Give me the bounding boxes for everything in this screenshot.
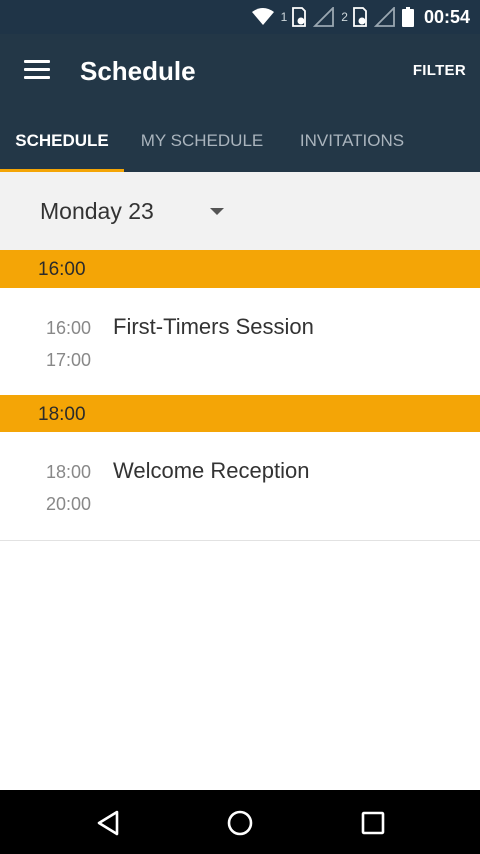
sim2-number: 2: [341, 10, 348, 24]
tab-schedule[interactable]: SCHEDULE: [0, 110, 124, 172]
time-group-header: 16:00: [0, 250, 480, 288]
session-title: First-Timers Session: [113, 314, 314, 339]
sim1-icon: [292, 7, 307, 27]
session-item[interactable]: 18:00 20:00 Welcome Reception: [0, 432, 480, 540]
page-title: Schedule: [80, 56, 196, 86]
dropdown-arrow-icon: [210, 208, 224, 215]
tab-bar: SCHEDULE MY SCHEDULE INVITATIONS: [0, 110, 480, 172]
tab-my-schedule[interactable]: MY SCHEDULE: [124, 110, 280, 172]
sim2-icon: [353, 7, 367, 27]
back-icon[interactable]: [93, 808, 123, 838]
home-icon[interactable]: [225, 808, 255, 838]
recents-icon[interactable]: [358, 808, 388, 838]
tab-invitations[interactable]: INVITATIONS: [280, 110, 424, 172]
session-start-time: 16:00: [46, 318, 92, 338]
wifi-icon: [251, 8, 274, 25]
hamburger-menu-icon[interactable]: [24, 60, 50, 82]
session-end-time: 17:00: [46, 350, 92, 370]
day-dropdown-value: Monday 23: [40, 198, 154, 224]
day-bar: Monday 23: [0, 172, 480, 250]
time-group-label: 16:00: [38, 259, 86, 280]
time-group-label: 18:00: [38, 404, 86, 425]
session-end-time: 20:00: [46, 494, 92, 514]
session-start-time: 18:00: [46, 462, 92, 482]
battery-icon: [401, 7, 414, 27]
signal2-icon: [373, 7, 395, 27]
day-dropdown[interactable]: Monday 23: [40, 194, 240, 230]
system-nav-bar: [0, 790, 480, 854]
app-bar: Schedule FILTER: [0, 34, 480, 110]
status-icons: 1 2 00:54: [251, 0, 470, 34]
status-bar: 1 2 00:54: [0, 0, 480, 34]
filter-button[interactable]: FILTER: [413, 62, 466, 79]
session-title: Welcome Reception: [113, 458, 310, 483]
time-group-header: 18:00: [0, 395, 480, 433]
clock: 00:54: [423, 6, 470, 27]
signal1-icon: [313, 7, 335, 27]
list-divider: [0, 540, 480, 541]
sim1-number: 1: [280, 10, 288, 24]
session-item[interactable]: 16:00 17:00 First-Timers Session: [0, 288, 480, 396]
